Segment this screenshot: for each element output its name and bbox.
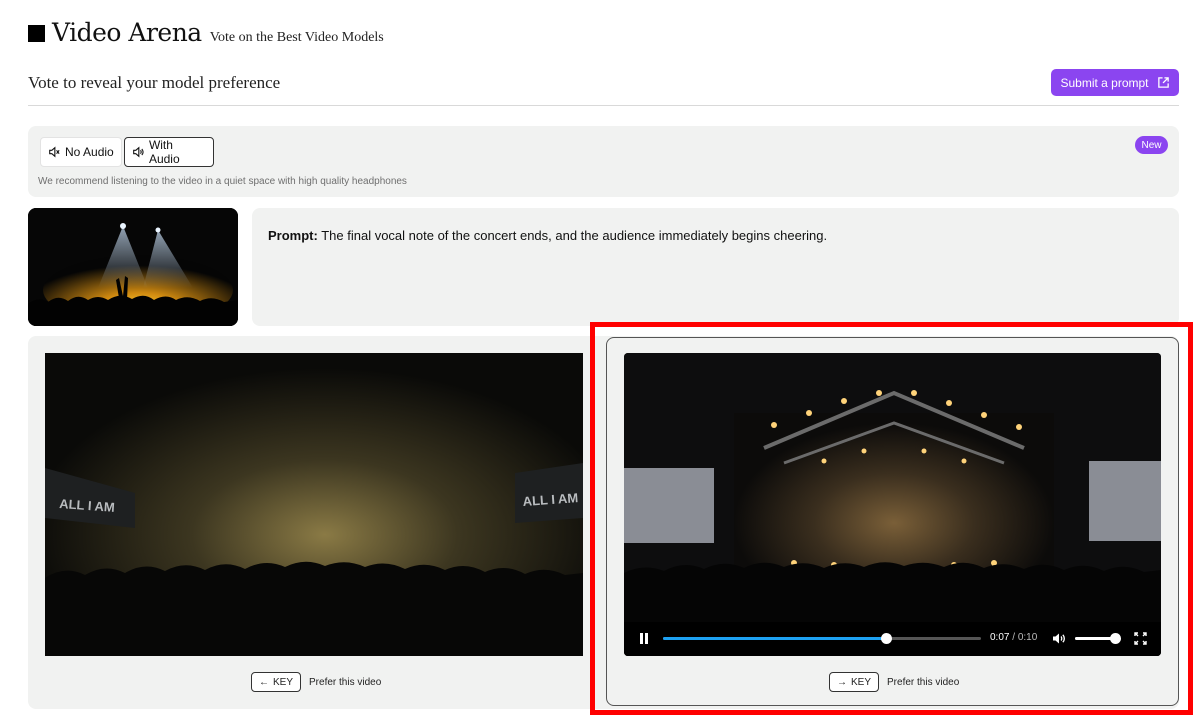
prefer-left-label[interactable]: Prefer this video	[309, 677, 381, 688]
progress-fill	[663, 637, 886, 640]
prompt-thumbnail	[28, 208, 238, 326]
audio-panel: No Audio With Audio New We recommend lis…	[28, 126, 1179, 197]
video-left-frame: ALL I AM ALL I AM	[45, 353, 583, 656]
no-audio-label: No Audio	[65, 145, 114, 159]
speaker-icon	[133, 146, 144, 158]
prefer-right-row: → KEY Prefer this video	[829, 672, 959, 692]
video-right-frame	[624, 353, 1161, 656]
prompt-label: Prompt:	[268, 228, 318, 243]
prefer-right-key-button[interactable]: → KEY	[829, 672, 880, 692]
volume-icon[interactable]	[1052, 632, 1066, 645]
key-label: KEY	[273, 676, 294, 688]
time-separator: /	[1009, 632, 1018, 643]
header: Video Arena Vote on the Best Video Model…	[28, 18, 384, 47]
volume-fill	[1075, 637, 1115, 640]
concert-thumbnail-image	[28, 208, 238, 326]
submit-prompt-button[interactable]: Submit a prompt	[1051, 69, 1179, 96]
prefer-right-label[interactable]: Prefer this video	[887, 677, 959, 688]
speaker-muted-icon	[49, 146, 60, 158]
video-right[interactable]: 0:07 / 0:10	[624, 353, 1161, 656]
duration: 0:10	[1017, 632, 1038, 643]
arrow-right-icon: →	[837, 676, 847, 688]
page-heading: Vote to reveal your model preference	[28, 73, 281, 92]
progress-thumb[interactable]	[880, 633, 892, 644]
app-title: Video Arena	[52, 18, 202, 47]
video-controls: 0:07 / 0:10	[624, 622, 1161, 656]
video-left[interactable]: ALL I AM ALL I AM	[45, 353, 583, 656]
with-audio-button[interactable]: With Audio	[124, 137, 214, 167]
prompt-text: The final vocal note of the concert ends…	[321, 228, 828, 243]
progress-bar[interactable]	[663, 633, 981, 644]
fullscreen-icon[interactable]	[1134, 632, 1147, 645]
current-time: 0:07	[990, 632, 1010, 643]
prefer-left-key-button[interactable]: ← KEY	[251, 672, 302, 692]
time-display: 0:07 / 0:10	[990, 632, 1037, 643]
logo-square-icon	[28, 25, 45, 42]
prompt-box: Prompt: The final vocal note of the conc…	[252, 208, 1179, 326]
external-link-icon	[1157, 77, 1169, 88]
submit-prompt-label: Submit a prompt	[1060, 75, 1149, 90]
no-audio-button[interactable]: No Audio	[40, 137, 122, 167]
new-badge: New	[1135, 136, 1168, 154]
header-divider	[28, 105, 1179, 106]
recommendation-text: We recommend listening to the video in a…	[38, 176, 407, 187]
volume-slider[interactable]	[1075, 633, 1121, 644]
pause-icon[interactable]	[639, 633, 649, 644]
arrow-left-icon: ←	[259, 676, 269, 688]
prefer-left-row: ← KEY Prefer this video	[251, 672, 381, 692]
with-audio-label: With Audio	[148, 138, 180, 166]
key-label: KEY	[851, 676, 872, 688]
app-subtitle: Vote on the Best Video Models	[209, 30, 384, 45]
volume-thumb[interactable]	[1109, 633, 1121, 644]
